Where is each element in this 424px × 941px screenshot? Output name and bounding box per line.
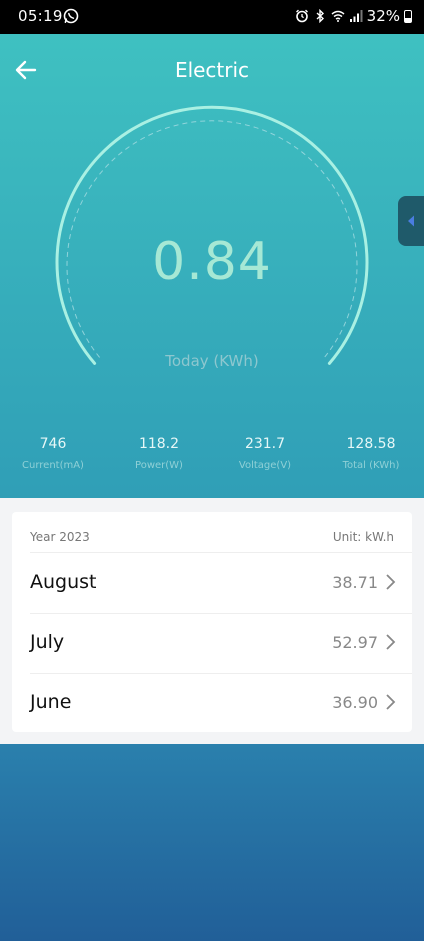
today-usage-value: 0.84 [152, 232, 272, 292]
unit-label: Unit: kW.h [332, 530, 394, 544]
status-time: 05:19 [18, 7, 63, 25]
month-name: July [30, 631, 65, 653]
monthly-history-card: Year 2023 Unit: kW.h August 38.71 July 5… [12, 512, 412, 732]
today-usage-label: Today (KWh) [165, 352, 259, 370]
stat-voltage: 231.7 Voltage(V) [212, 436, 318, 471]
bluetooth-icon [316, 9, 324, 23]
stat-value: 128.58 [346, 436, 396, 452]
month-row-july[interactable]: July 52.97 [30, 613, 412, 673]
stat-value: 231.7 [244, 436, 286, 452]
stat-label: Voltage(V) [238, 460, 292, 471]
stat-current: 746 Current(mA) [0, 436, 106, 471]
signal-icon [349, 10, 363, 22]
page-title: Electric [174, 58, 250, 82]
wifi-icon [331, 10, 345, 22]
stat-label: Total (KWh) [342, 460, 400, 471]
stat-label: Current(mA) [22, 460, 84, 471]
stat-value: 118.2 [138, 436, 180, 452]
stat-value: 746 [39, 436, 67, 452]
status-bar: 05:19 32% [0, 0, 424, 34]
month-value: 38.71 [332, 573, 378, 592]
stats-row: 746 Current(mA) 118.2 Power(W) 231.7 Vol… [0, 436, 424, 471]
month-name: June [30, 691, 72, 713]
month-name: August [30, 571, 97, 593]
battery-percent: 32% [366, 7, 400, 25]
stat-label: Power(W) [135, 460, 183, 471]
chevron-right-icon [386, 634, 396, 650]
stat-total: 128.58 Total (KWh) [318, 436, 424, 471]
whatsapp-icon [63, 8, 79, 24]
battery-icon [404, 9, 412, 23]
month-value: 52.97 [332, 633, 378, 652]
month-value: 36.90 [332, 693, 378, 712]
year-label: Year 2023 [30, 530, 90, 544]
month-row-august[interactable]: August 38.71 [30, 553, 412, 613]
card-header: Year 2023 Unit: kW.h [30, 530, 394, 552]
month-row-june[interactable]: June 36.90 [30, 673, 412, 733]
stat-power: 118.2 Power(W) [106, 436, 212, 471]
chevron-right-icon [386, 574, 396, 590]
status-right-group: 32% [295, 7, 412, 25]
chevron-right-icon [386, 694, 396, 710]
bottom-background [0, 744, 424, 941]
alarm-icon [295, 9, 308, 23]
